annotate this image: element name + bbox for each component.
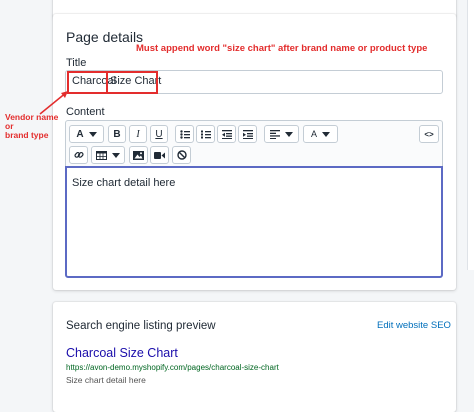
insert-link-button[interactable]: [69, 146, 88, 164]
seo-preview-description: Size chart detail here: [66, 375, 146, 385]
edit-website-seo-link[interactable]: Edit website SEO: [377, 320, 451, 331]
seo-preview-heading: Search engine listing preview: [66, 320, 216, 332]
table-icon: [96, 150, 107, 160]
align-left-icon: [270, 129, 280, 139]
chevron-down-icon: [285, 131, 293, 137]
outdent-icon: [221, 129, 232, 139]
indent-button[interactable]: [238, 125, 257, 143]
underline-button[interactable]: U: [150, 125, 168, 143]
font-icon: A: [76, 128, 84, 140]
clear-formatting-icon: [176, 150, 187, 160]
content-label: Content: [66, 106, 105, 118]
annotation-vendor-name: Vendor name or brand type: [5, 113, 58, 140]
insert-video-button[interactable]: [150, 146, 169, 164]
show-html-button[interactable]: <>: [419, 125, 439, 143]
insert-image-button[interactable]: [129, 146, 148, 164]
content-editor-text: Size chart detail here: [72, 177, 176, 189]
align-dropdown[interactable]: [264, 125, 299, 143]
outdent-button[interactable]: [217, 125, 236, 143]
seo-preview-url: https://avon-demo.myshopify.com/pages/ch…: [66, 363, 279, 372]
underline-icon: U: [155, 128, 163, 140]
code-icon: <>: [424, 129, 434, 139]
chevron-down-icon: [88, 131, 97, 137]
italic-icon: I: [136, 128, 140, 140]
annotation-vendor-line-3: brand type: [5, 130, 49, 140]
insert-table-dropdown[interactable]: [91, 146, 125, 164]
video-icon: [154, 151, 165, 159]
text-color-dropdown[interactable]: A: [303, 125, 338, 143]
bullet-list-icon: [179, 129, 190, 139]
italic-button[interactable]: I: [129, 125, 147, 143]
text-style-dropdown[interactable]: A: [69, 125, 104, 143]
seo-preview-title: Charcoal Size Chart: [66, 346, 178, 360]
bold-icon: B: [113, 128, 121, 140]
clear-formatting-button[interactable]: [172, 146, 191, 164]
bold-button[interactable]: B: [108, 125, 126, 143]
indent-icon: [242, 129, 253, 139]
bullet-list-button[interactable]: [175, 125, 194, 143]
chevron-down-icon: [322, 131, 330, 137]
link-icon: [73, 152, 84, 158]
chevron-down-icon: [112, 152, 120, 158]
text-color-icon: A: [310, 129, 317, 139]
numbered-list-icon: [200, 130, 211, 138]
image-icon: [133, 150, 144, 160]
numbered-list-button[interactable]: [196, 125, 215, 143]
